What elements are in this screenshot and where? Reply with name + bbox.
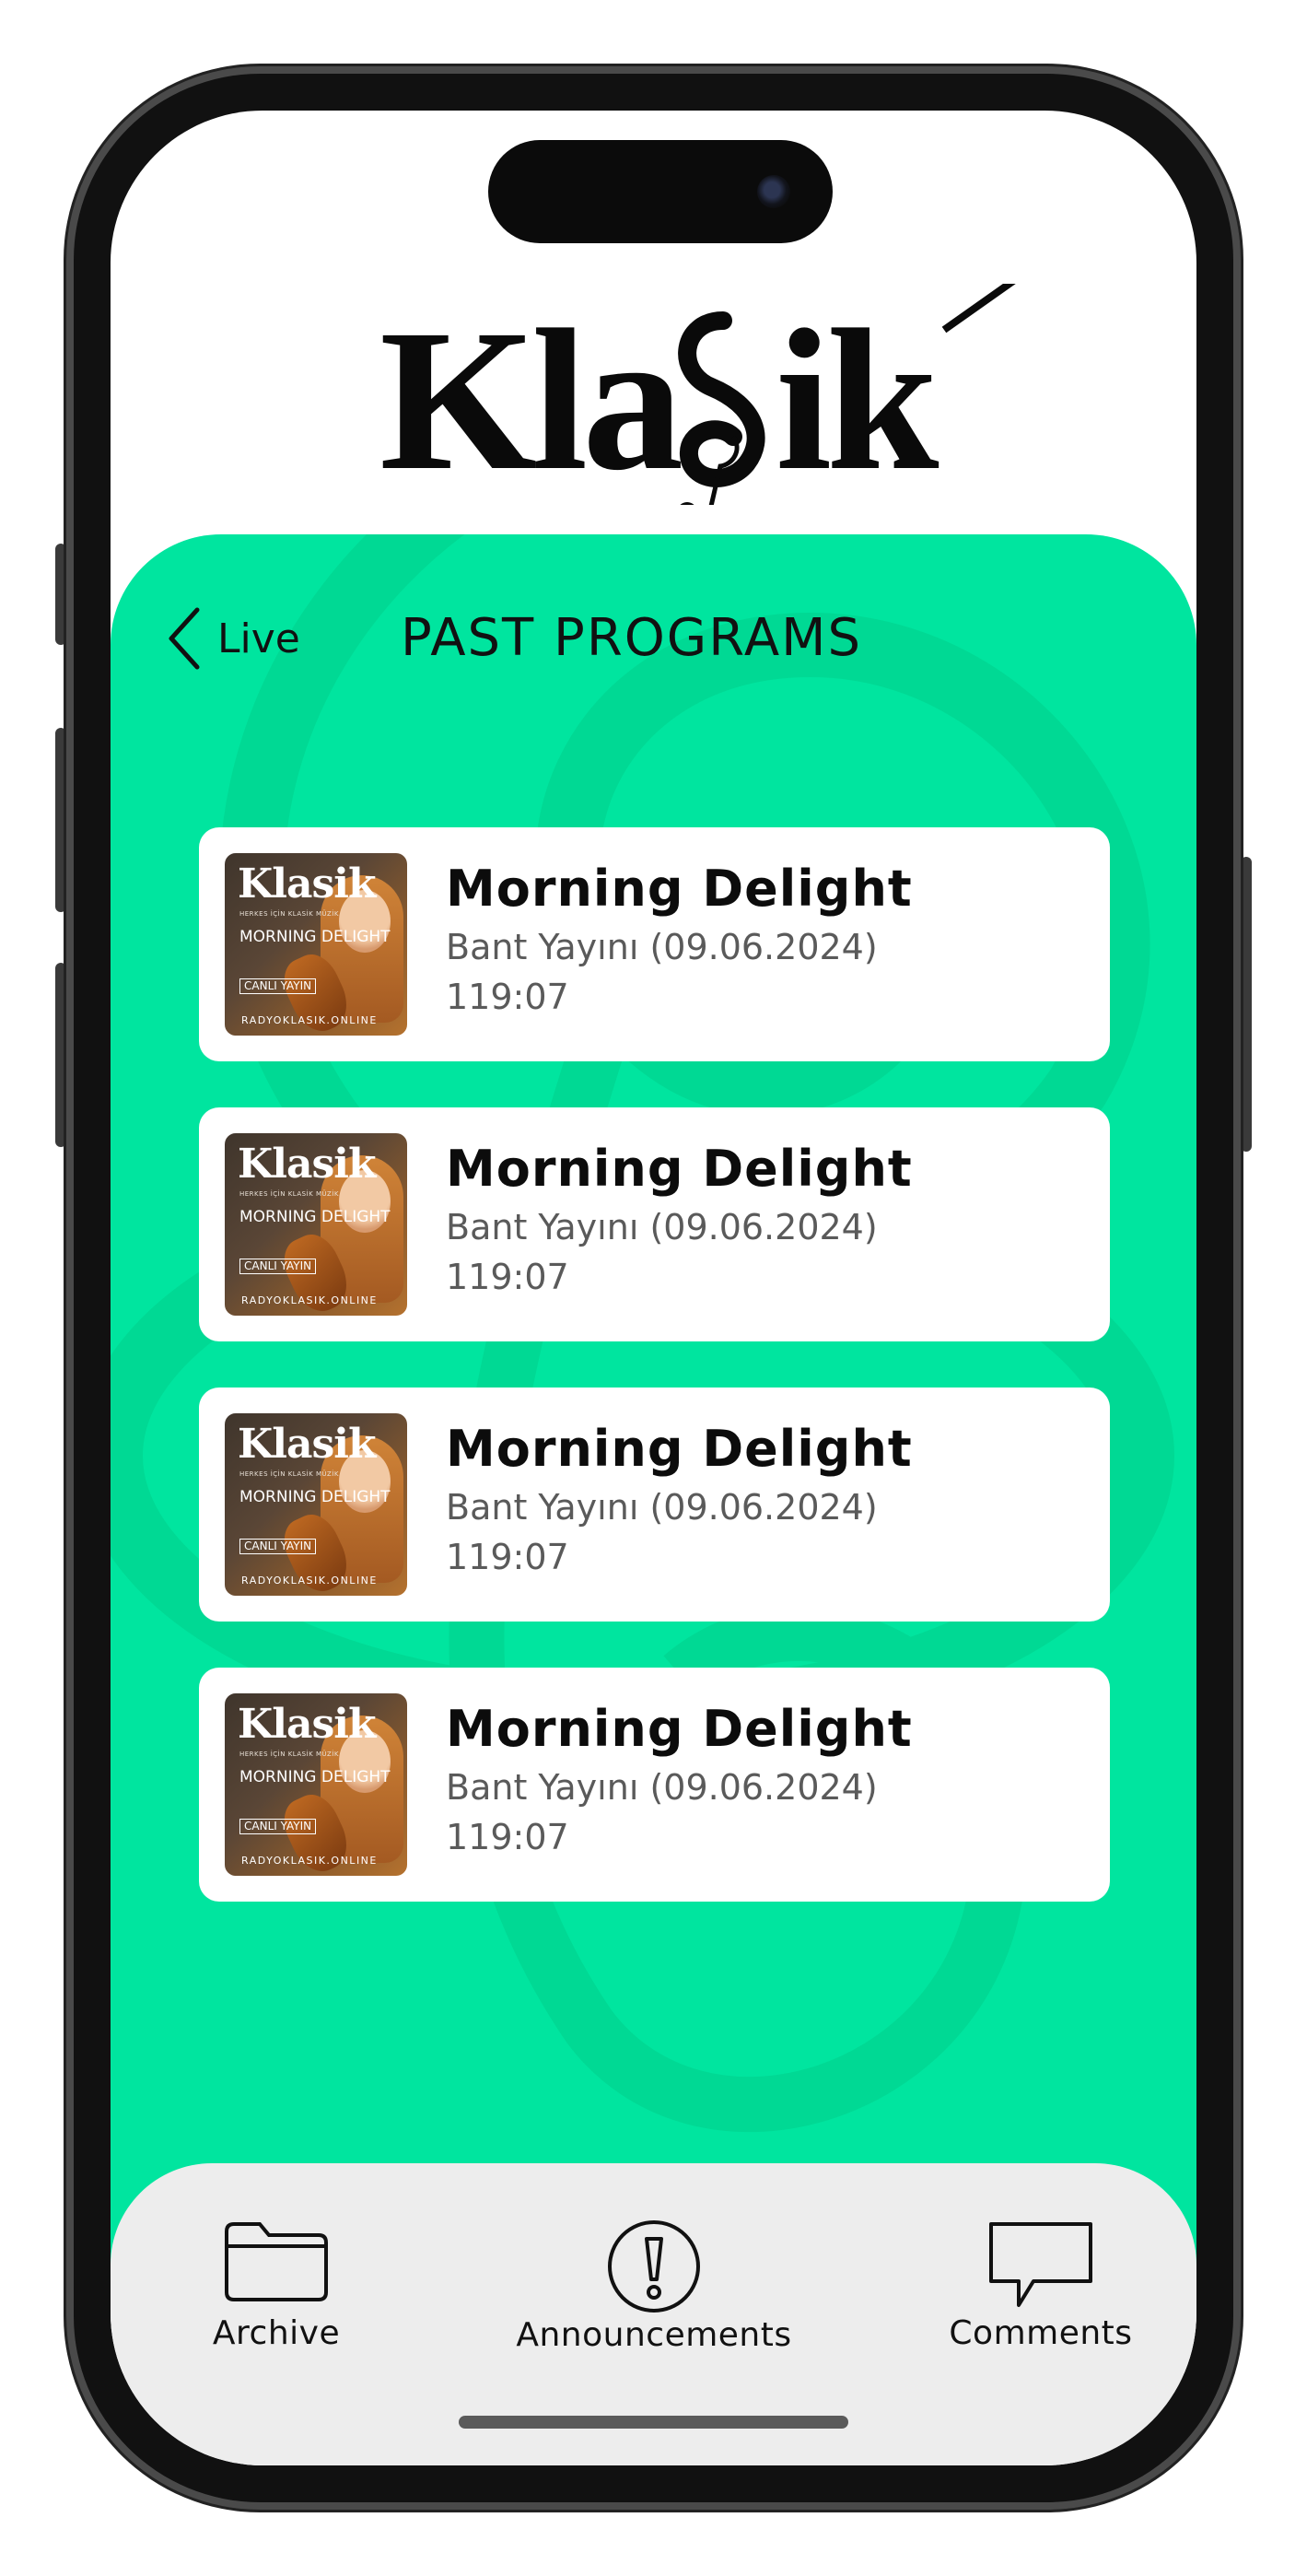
speech-bubble-icon <box>989 2222 1092 2307</box>
program-subtitle: Bant Yayını (09.06.2024) <box>446 927 878 967</box>
content-panel: Live PAST PROGRAMS Klasik HERKES İÇİN KL… <box>111 534 1196 2285</box>
thumbnail-tagline: HERKES İÇİN KLASİK MÜZİK <box>239 1190 339 1198</box>
thumbnail-live-badge: CANLI YAYIN <box>239 1539 317 1554</box>
program-duration: 119:07 <box>446 1817 569 1857</box>
program-info: Morning Delight Bant Yayını (09.06.2024)… <box>446 1139 913 1301</box>
program-card[interactable]: Klasik HERKES İÇİN KLASİK MÜZİK MORNING … <box>199 1107 1110 1341</box>
program-card[interactable]: Klasik HERKES İÇİN KLASİK MÜZİK MORNING … <box>199 1388 1110 1622</box>
folder-icon <box>225 2222 328 2301</box>
back-label: Live <box>217 615 300 662</box>
program-list: Klasik HERKES İÇİN KLASİK MÜZİK MORNING … <box>199 827 1110 1948</box>
program-duration: 119:07 <box>446 1537 569 1577</box>
thumbnail-logo: Klasik <box>238 861 376 907</box>
back-to-live-button[interactable]: Live <box>166 606 300 671</box>
tab-announcements-label: Announcements <box>516 2316 792 2354</box>
program-thumbnail: Klasik HERKES İÇİN KLASİK MÜZİK MORNING … <box>225 1413 407 1596</box>
program-info: Morning Delight Bant Yayını (09.06.2024)… <box>446 1699 913 1861</box>
thumbnail-tagline: HERKES İÇİN KLASİK MÜZİK <box>239 1751 339 1758</box>
program-subtitle: Bant Yayını (09.06.2024) <box>446 1207 878 1247</box>
volume-down-button <box>55 963 66 1147</box>
app-logo: Kla ik <box>111 284 1196 505</box>
program-info: Morning Delight Bant Yayını (09.06.2024)… <box>446 859 913 1021</box>
program-card[interactable]: Klasik HERKES İÇİN KLASİK MÜZİK MORNING … <box>199 827 1110 1061</box>
tab-comments[interactable]: Comments <box>939 2219 1142 2352</box>
tab-archive-label: Archive <box>212 2314 341 2352</box>
tab-archive[interactable]: Archive <box>175 2219 378 2352</box>
program-subtitle: Bant Yayını (09.06.2024) <box>446 1767 878 1808</box>
front-camera-icon <box>757 175 790 208</box>
thumbnail-show-name: MORNING DELIGHT <box>239 928 391 946</box>
power-button <box>1241 857 1252 1152</box>
exclamation-circle-icon <box>608 2220 700 2313</box>
program-card[interactable]: Klasik HERKES İÇİN KLASİK MÜZİK MORNING … <box>199 1668 1110 1902</box>
program-title: Morning Delight <box>446 1420 913 1478</box>
program-title: Morning Delight <box>446 1700 913 1758</box>
thumbnail-tagline: HERKES İÇİN KLASİK MÜZİK <box>239 910 339 918</box>
thumbnail-live-badge: CANLI YAYIN <box>239 978 317 994</box>
volume-up-button <box>55 728 66 912</box>
thumbnail-show-name: MORNING DELIGHT <box>239 1768 391 1786</box>
program-duration: 119:07 <box>446 1257 569 1297</box>
thumbnail-live-badge: CANLI YAYIN <box>239 1819 317 1834</box>
thumbnail-site: RADYOKLASIK.ONLINE <box>241 1014 378 1026</box>
thumbnail-site: RADYOKLASIK.ONLINE <box>241 1575 378 1587</box>
thumbnail-show-name: MORNING DELIGHT <box>239 1208 391 1226</box>
thumbnail-site: RADYOKLASIK.ONLINE <box>241 1294 378 1306</box>
tab-announcements[interactable]: Announcements <box>507 2219 801 2354</box>
thumbnail-logo: Klasik <box>238 1701 376 1748</box>
program-thumbnail: Klasik HERKES İÇİN KLASİK MÜZİK MORNING … <box>225 1693 407 1876</box>
action-button <box>55 544 66 645</box>
thumbnail-tagline: HERKES İÇİN KLASİK MÜZİK <box>239 1470 339 1478</box>
program-thumbnail: Klasik HERKES İÇİN KLASİK MÜZİK MORNING … <box>225 1133 407 1316</box>
thumbnail-logo: Klasik <box>238 1141 376 1188</box>
tab-comments-label: Comments <box>949 2314 1133 2352</box>
thumbnail-show-name: MORNING DELIGHT <box>239 1488 391 1506</box>
home-indicator[interactable] <box>459 2416 848 2429</box>
program-subtitle: Bant Yayını (09.06.2024) <box>446 1487 878 1528</box>
svg-text:Kla: Kla <box>379 287 681 505</box>
screen: Kla ik Live PAST PROGRAMS Klasik HERKES … <box>111 111 1196 2465</box>
program-thumbnail: Klasik HERKES İÇİN KLASİK MÜZİK MORNING … <box>225 853 407 1036</box>
klasik-logo-icon: Kla ik <box>379 284 1016 505</box>
svg-text:ik: ik <box>776 287 939 505</box>
program-info: Morning Delight Bant Yayını (09.06.2024)… <box>446 1419 913 1581</box>
thumbnail-logo: Klasik <box>238 1421 376 1468</box>
program-title: Morning Delight <box>446 860 913 918</box>
thumbnail-live-badge: CANLI YAYIN <box>239 1259 317 1274</box>
program-duration: 119:07 <box>446 977 569 1017</box>
page-title: PAST PROGRAMS <box>401 608 863 668</box>
dynamic-island <box>488 140 833 243</box>
chevron-left-icon <box>169 607 200 670</box>
phone-frame: Kla ik Live PAST PROGRAMS Klasik HERKES … <box>66 66 1241 2510</box>
thumbnail-site: RADYOKLASIK.ONLINE <box>241 1855 378 1867</box>
program-title: Morning Delight <box>446 1140 913 1198</box>
